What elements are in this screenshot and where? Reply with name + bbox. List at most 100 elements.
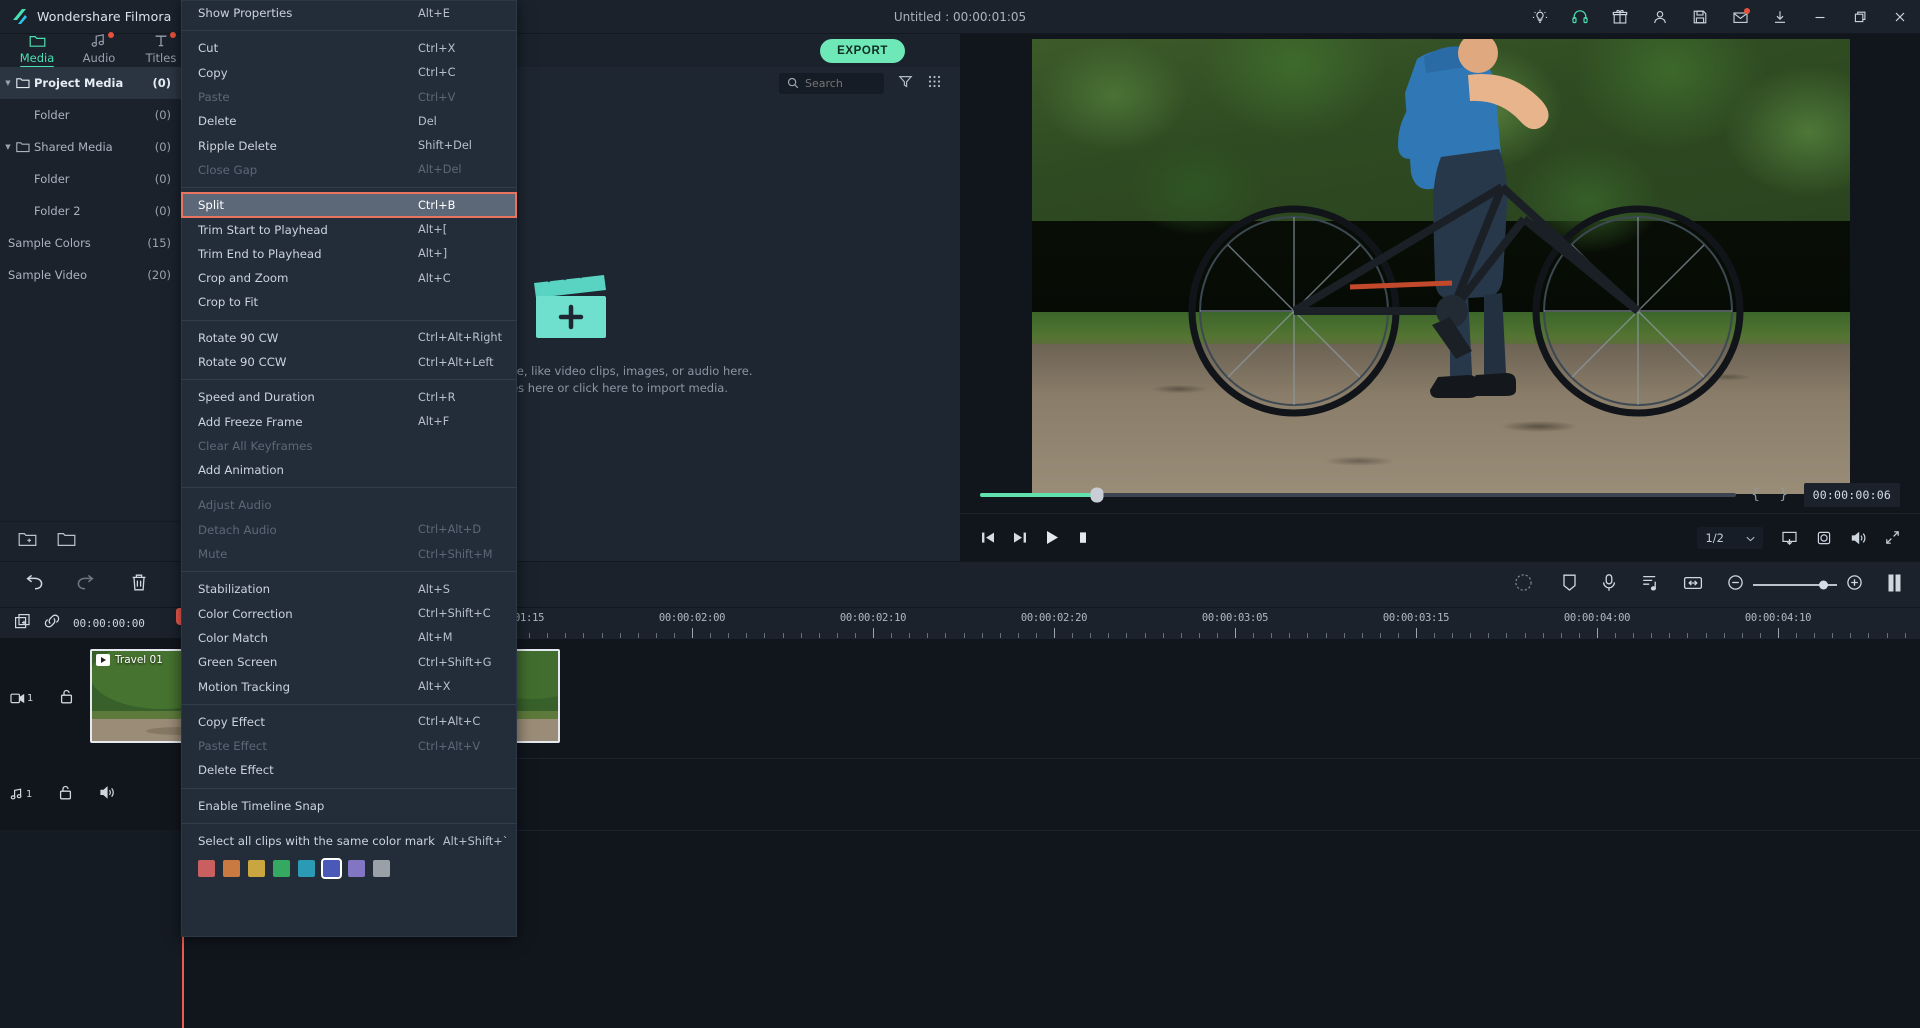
menu-item-add-animation[interactable]: Add Animation xyxy=(182,458,516,482)
sidebar-item-project-media[interactable]: ▼ Project Media (0) xyxy=(0,67,182,99)
menu-item-color-match[interactable]: Color Match Alt+M xyxy=(182,626,516,650)
color-swatch-4[interactable] xyxy=(298,860,315,878)
record-voiceover-icon[interactable] xyxy=(1601,573,1617,596)
zoom-out-icon[interactable] xyxy=(1727,574,1744,595)
tab-media[interactable]: Media xyxy=(6,33,68,68)
zoom-track[interactable] xyxy=(1753,580,1837,589)
preview-scrubber-handle[interactable] xyxy=(1090,487,1104,503)
zoom-in-icon[interactable] xyxy=(1846,574,1863,595)
funnel-filter-icon[interactable] xyxy=(898,74,913,93)
menu-item-trim-start-to-playhead[interactable]: Trim Start to Playhead Alt+[ xyxy=(182,217,516,241)
menu-item-split[interactable]: Split Ctrl+B xyxy=(181,192,517,219)
menu-item-delete[interactable]: Delete Del xyxy=(182,109,516,133)
unlock-icon[interactable] xyxy=(59,688,74,709)
marker-icon[interactable] xyxy=(1562,573,1577,596)
color-swatch-5[interactable] xyxy=(321,858,342,880)
keyframe-icon[interactable] xyxy=(1683,575,1703,595)
playback-quality-select[interactable]: 1/2 xyxy=(1697,526,1763,549)
folder-open-icon[interactable] xyxy=(57,531,76,552)
color-swatch-6[interactable] xyxy=(348,860,365,878)
menu-item-trim-end-to-playhead[interactable]: Trim End to Playhead Alt+] xyxy=(182,242,516,266)
delete-icon[interactable] xyxy=(130,573,148,596)
chevron-down-icon[interactable]: ▼ xyxy=(0,79,16,87)
speaker-icon[interactable] xyxy=(99,785,116,804)
menu-item-rotate-90-cw[interactable]: Rotate 90 CW Ctrl+Alt+Right xyxy=(182,326,516,350)
color-swatch-0[interactable] xyxy=(198,860,215,878)
menu-item-crop-to-fit[interactable]: Crop to Fit xyxy=(182,290,516,314)
preview-scrubber[interactable] xyxy=(980,487,1736,503)
color-swatch-7[interactable] xyxy=(373,860,390,878)
chevron-down-icon[interactable]: ▼ xyxy=(0,143,16,151)
menu-item-select-same-color-mark[interactable]: Select all clips with the same color mar… xyxy=(182,829,516,853)
color-swatch-1[interactable] xyxy=(223,860,240,878)
link-icon[interactable] xyxy=(43,613,61,633)
gift-icon[interactable] xyxy=(1600,0,1640,34)
minimize-icon[interactable] xyxy=(1800,0,1840,34)
camera-icon[interactable] xyxy=(1816,530,1832,546)
search-input[interactable] xyxy=(805,76,875,90)
add-marker-icon[interactable] xyxy=(14,613,31,634)
download-icon[interactable] xyxy=(1760,0,1800,34)
tab-audio[interactable]: Audio xyxy=(68,32,130,67)
menu-item-copy[interactable]: Copy Ctrl+C xyxy=(182,61,516,85)
menu-item-shortcut: Ctrl+Alt+C xyxy=(418,715,481,729)
color-swatch-3[interactable] xyxy=(273,860,290,878)
menu-item-stabilization[interactable]: Stabilization Alt+S xyxy=(182,577,516,601)
timeline-timecode[interactable]: 00:00:00:00 xyxy=(73,617,145,630)
menu-item-cut[interactable]: Cut Ctrl+X xyxy=(182,36,516,60)
preview-timecode[interactable]: 00:00:00:06 xyxy=(1803,483,1900,507)
render-preview-icon[interactable] xyxy=(1514,573,1538,596)
color-mark-swatches[interactable] xyxy=(182,853,516,880)
headset-support-icon[interactable] xyxy=(1560,0,1600,34)
timeline-panel-toggle-icon[interactable] xyxy=(1887,573,1902,597)
next-frame-button[interactable] xyxy=(1012,530,1028,545)
audio-mixer-icon[interactable] xyxy=(1641,573,1659,596)
menu-item-color-correction[interactable]: Color Correction Ctrl+Shift+C xyxy=(182,602,516,626)
mail-icon[interactable] xyxy=(1720,0,1760,34)
menu-item-shortcut: Ctrl+Shift+M xyxy=(418,547,493,561)
menu-item-green-screen[interactable]: Green Screen Ctrl+Shift+G xyxy=(182,650,516,674)
prev-frame-button[interactable] xyxy=(980,530,996,545)
menu-item-rotate-90-ccw[interactable]: Rotate 90 CCW Ctrl+Alt+Left xyxy=(182,350,516,374)
menu-item-speed-and-duration[interactable]: Speed and Duration Ctrl+R xyxy=(182,385,516,409)
grid-view-icon[interactable] xyxy=(927,74,942,93)
menu-item-enable-timeline-snap[interactable]: Enable Timeline Snap xyxy=(182,794,516,818)
menu-item-motion-tracking[interactable]: Motion Tracking Alt+X xyxy=(182,674,516,698)
mark-out-button[interactable]: } xyxy=(1776,487,1792,503)
volume-icon[interactable] xyxy=(1850,530,1867,546)
sidebar-item-sample-colors[interactable]: Sample Colors (15) xyxy=(0,227,182,259)
fullscreen-icon[interactable] xyxy=(1885,530,1900,545)
menu-item-crop-and-zoom[interactable]: Crop and Zoom Alt+C xyxy=(182,266,516,290)
menu-item-copy-effect[interactable]: Copy Effect Ctrl+Alt+C xyxy=(182,710,516,734)
tips-bulb-icon[interactable] xyxy=(1520,0,1560,34)
sidebar-item-folder-2[interactable]: Folder (0) xyxy=(0,163,182,195)
color-swatch-2[interactable] xyxy=(248,860,265,878)
menu-item-show-properties[interactable]: Show Properties Alt+E xyxy=(182,1,516,25)
sidebar-item-shared-media[interactable]: ▼ Shared Media (0) xyxy=(0,131,182,163)
sidebar-item-sample-video[interactable]: Sample Video (20) xyxy=(0,259,182,291)
menu-item-delete-effect[interactable]: Delete Effect xyxy=(182,758,516,782)
undo-icon[interactable] xyxy=(22,574,44,595)
unlock-icon[interactable] xyxy=(58,784,73,805)
maximize-icon[interactable] xyxy=(1840,0,1880,34)
account-icon[interactable] xyxy=(1640,0,1680,34)
tab-audio-label: Audio xyxy=(82,51,116,65)
snapshot-screen-icon[interactable] xyxy=(1781,530,1798,546)
video-preview[interactable] xyxy=(1032,39,1850,494)
clip-context-menu[interactable]: Show Properties Alt+E Cut Ctrl+X Copy Ctrl+C P… xyxy=(181,0,517,937)
sidebar-item-folder-3[interactable]: Folder 2 (0) xyxy=(0,195,182,227)
save-icon[interactable] xyxy=(1680,0,1720,34)
mark-in-button[interactable]: { xyxy=(1748,487,1764,503)
stop-button[interactable] xyxy=(1076,530,1090,545)
menu-item-ripple-delete[interactable]: Ripple Delete Shift+Del xyxy=(182,133,516,157)
menu-item-add-freeze-frame[interactable]: Add Freeze Frame Alt+F xyxy=(182,409,516,433)
redo-icon[interactable] xyxy=(76,574,98,595)
close-icon[interactable] xyxy=(1880,0,1920,34)
sidebar-item-folder-1[interactable]: Folder (0) xyxy=(0,99,182,131)
zoom-knob[interactable] xyxy=(1819,580,1828,589)
export-button[interactable]: EXPORT xyxy=(820,39,905,63)
search-box[interactable] xyxy=(779,72,884,94)
play-button[interactable] xyxy=(1044,529,1060,546)
timeline-zoom-slider[interactable] xyxy=(1727,574,1863,595)
new-folder-icon[interactable] xyxy=(18,531,37,552)
